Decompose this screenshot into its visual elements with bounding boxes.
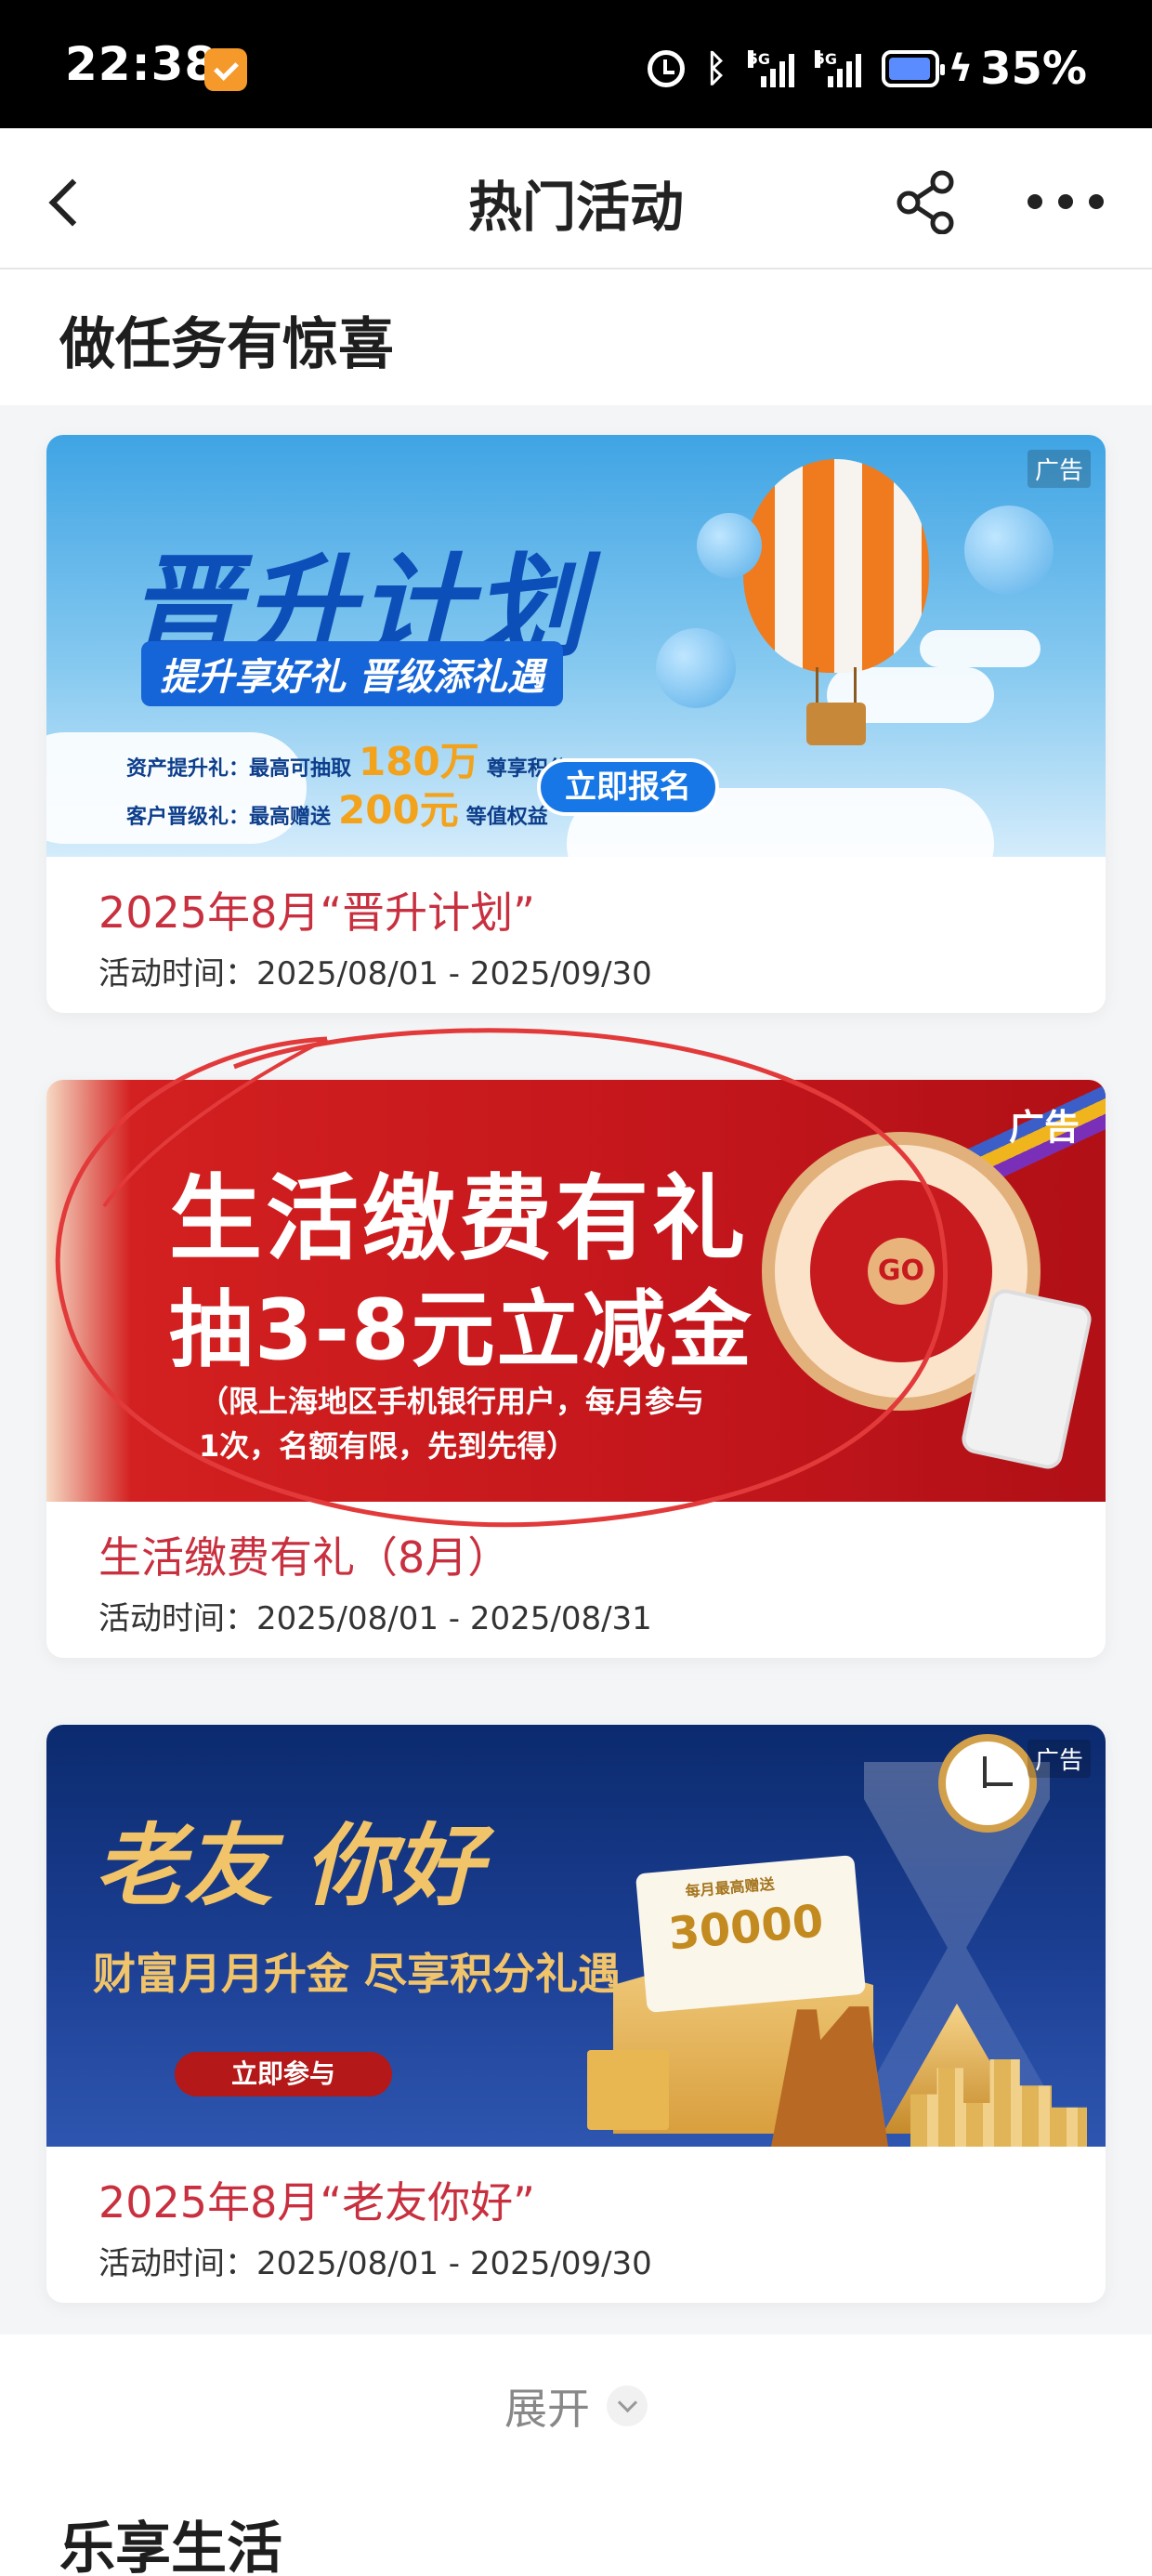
points-card-value: 30000: [666, 1895, 826, 1961]
banner-headline: 老友 你好: [95, 1814, 483, 1918]
ad-tag: 广告: [1027, 1740, 1091, 1778]
battery-icon: [881, 50, 945, 87]
gift-box-icon: [587, 2050, 669, 2130]
activity-card[interactable]: 老友 你好 财富月月升金 尽享积分礼遇 立即参与 每月最高赠送 30000 广告…: [46, 1725, 1106, 2303]
ad-tag: 广告: [1027, 450, 1091, 488]
card-date: 活动时间：2025/08/01 - 2025/09/30: [98, 955, 652, 992]
city-skyline-icon: [910, 2059, 1087, 2147]
hot-air-balloon-icon: [743, 459, 929, 673]
expand-button[interactable]: 展开: [0, 2375, 1152, 2437]
join-button[interactable]: 立即参与: [175, 2052, 392, 2096]
card-title: 2025年8月“晋升计划”: [98, 887, 535, 938]
ad-tag: 广告: [1008, 1107, 1080, 1148]
coins-bubble-icon: [656, 628, 736, 708]
clock-icon: [938, 1734, 1037, 1833]
signup-button[interactable]: 立即报名: [537, 758, 719, 816]
card-date: 活动时间：2025/08/01 - 2025/08/31: [98, 1600, 652, 1637]
section-title: 做任务有惊喜: [59, 312, 394, 377]
wheel-go-button: GO: [868, 1238, 935, 1305]
more-icon[interactable]: [1028, 180, 1104, 223]
banner-subtitle: 财富月月升金 尽享积分礼遇: [93, 1949, 622, 1999]
banner-promotion[interactable]: 老友 你好 财富月月升金 尽享积分礼遇 立即参与 每月最高赠送 30000 广告: [46, 1725, 1106, 2147]
app-notification-icon: [204, 48, 247, 91]
battery-percent: 35%: [980, 43, 1087, 95]
signal-icon: 5G: [814, 50, 861, 87]
gift-bubble-icon: [964, 506, 1054, 595]
card-title: 生活缴费有礼（8月）: [98, 1532, 511, 1583]
signal-label: 5G: [747, 50, 770, 68]
signal-icon: 5G: [747, 50, 794, 87]
banner-promotion[interactable]: 生活缴费有礼 抽3-8元立减金 （限上海地区手机银行用户，每月参与1次，名额有限…: [46, 1080, 1106, 1502]
status-time: 22:38: [65, 37, 218, 91]
card-title: 2025年8月“老友你好”: [98, 2177, 535, 2228]
banner-subtitle: 提升享好礼 晋级添礼遇: [141, 641, 563, 706]
share-icon[interactable]: [894, 169, 959, 234]
section-title: 乐享生活: [59, 2517, 282, 2576]
points-card: 每月最高赠送 30000: [635, 1855, 867, 2013]
expand-label: 展开: [504, 2384, 590, 2434]
banner-note: （限上海地区手机银行用户，每月参与1次，名额有限，先到先得）: [199, 1384, 705, 1464]
banner-promotion[interactable]: 晋升计划 提升享好礼 晋级添礼遇 资产提升礼：最高可抽取 180万 尊享积分 客户晋…: [46, 435, 1106, 857]
bluetooth-icon: ᛒ: [704, 47, 727, 90]
activity-card[interactable]: 晋升计划 提升享好礼 晋级添礼遇 资产提升礼：最高可抽取 180万 尊享积分 客户晋…: [46, 435, 1106, 1013]
chevron-down-icon: [607, 2385, 648, 2426]
banner-row: 客户晋级礼：最高赠送 200元 等值权益: [126, 787, 548, 833]
status-bar: 22:38 ᛒ 5G 5G ϟ 35%: [0, 0, 1152, 128]
banner-headline: 抽3-8元立减金: [169, 1281, 753, 1379]
balloon-basket-icon: [806, 703, 866, 745]
alarm-icon: [647, 50, 685, 87]
page-title: 热门活动: [467, 176, 684, 239]
activity-card[interactable]: 生活缴费有礼 抽3-8元立减金 （限上海地区手机银行用户，每月参与1次，名额有限…: [46, 1080, 1106, 1658]
banner-headline: 生活缴费有礼: [169, 1164, 749, 1273]
status-icons: ᛒ 5G 5G ϟ 35%: [647, 43, 1087, 95]
arrow-up-bubble-icon: [697, 513, 762, 578]
points-card-label: 每月最高赠送: [684, 1874, 776, 1900]
nav-bar: 热门活动: [0, 128, 1152, 269]
signal-label: 5G: [814, 50, 837, 68]
card-date: 活动时间：2025/08/01 - 2025/09/30: [98, 2245, 652, 2282]
charging-icon: ϟ: [948, 47, 974, 90]
